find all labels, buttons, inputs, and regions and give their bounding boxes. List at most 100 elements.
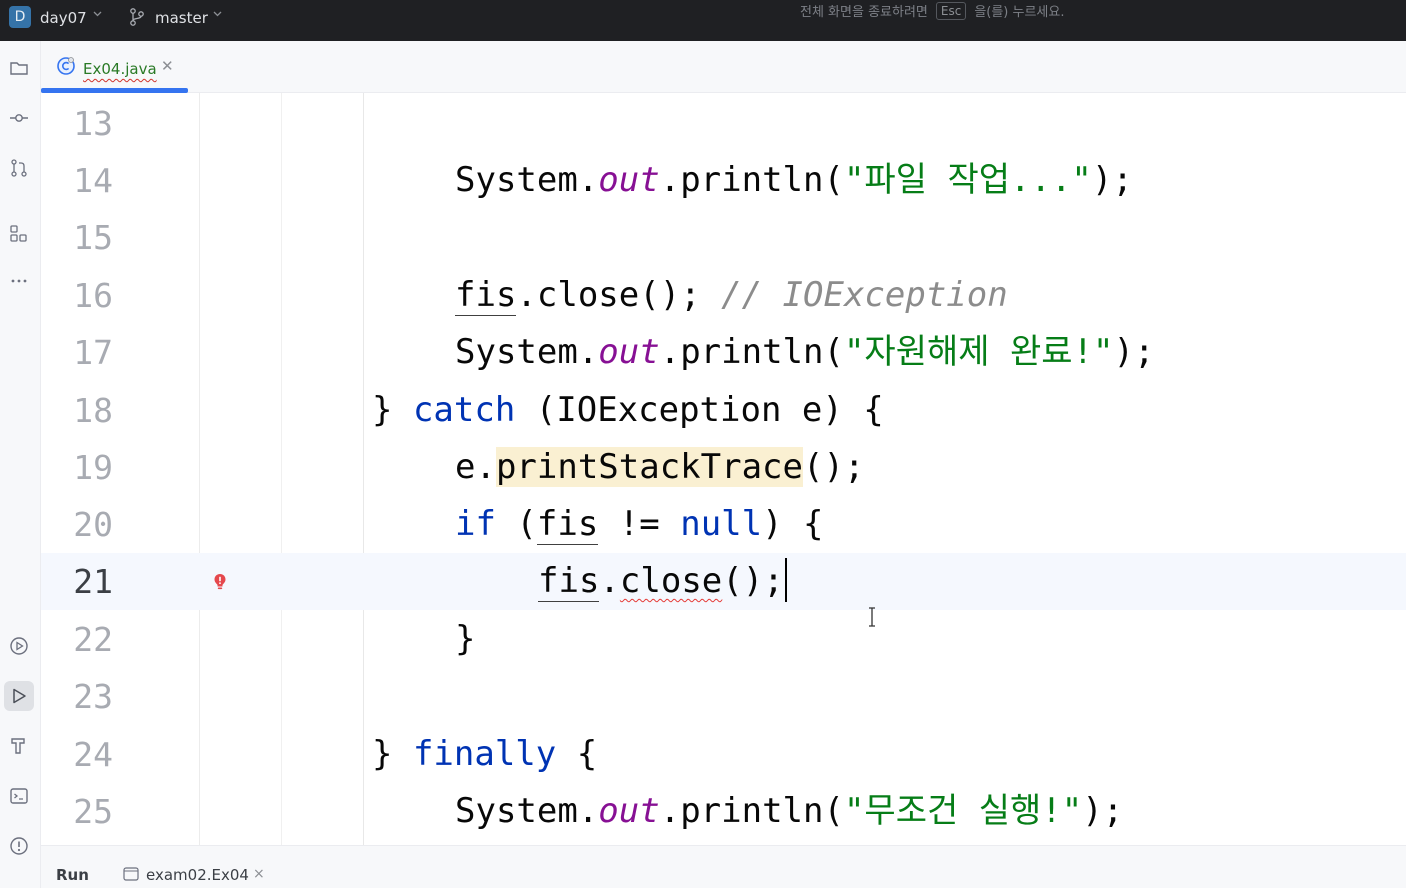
line-number: 21 bbox=[73, 562, 113, 601]
tool-window-strip bbox=[0, 41, 41, 888]
folder-icon[interactable] bbox=[4, 53, 34, 83]
code-token: .println( bbox=[659, 791, 844, 831]
code-line: 20 if (fis != null) { bbox=[41, 496, 1406, 553]
code-token: System. bbox=[455, 332, 599, 372]
tab-ex04-java[interactable]: Ex04.java ✕ bbox=[41, 41, 188, 93]
code-text[interactable]: e.printStackTrace(); bbox=[455, 439, 864, 496]
run-config-close-icon[interactable]: × bbox=[253, 866, 265, 882]
line-number: 18 bbox=[73, 391, 113, 430]
code-line: 22 } bbox=[41, 611, 1406, 668]
line-number: 22 bbox=[73, 620, 113, 659]
code-token-highlighted: printStackTrace bbox=[495, 447, 803, 487]
code-token-string: "파일 작업..." bbox=[843, 160, 1092, 200]
branch-name[interactable]: master bbox=[155, 9, 208, 27]
code-token: (IOException e) { bbox=[515, 390, 884, 430]
services-icon[interactable] bbox=[4, 631, 34, 661]
run-icon[interactable] bbox=[4, 681, 34, 711]
code-token-field: out bbox=[598, 160, 660, 200]
code-token-comment: // IOException bbox=[721, 275, 1008, 315]
code-token: ); bbox=[1082, 791, 1124, 831]
pull-requests-icon[interactable] bbox=[4, 153, 34, 183]
code-line: 15 bbox=[41, 209, 1406, 266]
project-chevron-down-icon[interactable] bbox=[92, 8, 103, 22]
code-token: } bbox=[372, 734, 413, 774]
code-token-keyword: null bbox=[680, 504, 763, 544]
code-token: e. bbox=[455, 447, 496, 487]
code-token: .println( bbox=[659, 160, 844, 200]
code-token: ); bbox=[1113, 332, 1155, 372]
code-line: 18 } catch (IOException e) { bbox=[41, 382, 1406, 439]
code-token-string: "자원해제 완료!" bbox=[843, 332, 1114, 372]
code-token: { bbox=[556, 734, 598, 774]
code-token: ); bbox=[1091, 160, 1133, 200]
code-token-keyword: catch bbox=[412, 390, 516, 430]
tab-label: Ex04.java bbox=[83, 60, 157, 78]
code-token: (); bbox=[722, 561, 784, 601]
code-text[interactable]: fis.close(); bbox=[538, 553, 787, 610]
code-text[interactable]: } catch (IOException e) { bbox=[372, 382, 884, 439]
line-number: 24 bbox=[73, 735, 113, 774]
code-text[interactable]: } bbox=[455, 611, 475, 668]
terminal-icon[interactable] bbox=[4, 781, 34, 811]
project-name[interactable]: day07 bbox=[40, 9, 87, 27]
code-editor[interactable]: 13 14 System.out.println("파일 작업..."); 15… bbox=[41, 93, 1406, 845]
code-token: . bbox=[599, 561, 620, 601]
line-number: 17 bbox=[73, 333, 113, 372]
editor-tab-bar: Ex04.java ✕ bbox=[41, 41, 1406, 93]
structure-icon[interactable] bbox=[4, 218, 34, 248]
code-text[interactable]: if (fis != null) { bbox=[455, 496, 824, 553]
code-token: (); bbox=[803, 447, 865, 487]
code-line: 14 System.out.println("파일 작업..."); bbox=[41, 152, 1406, 209]
code-token-variable: fis bbox=[536, 504, 599, 545]
fullscreen-notice-text: 전체 화면을 종료하려면 bbox=[800, 5, 928, 20]
run-tool-window-title[interactable]: Run bbox=[56, 866, 89, 884]
code-text[interactable]: System.out.println("파일 작업..."); bbox=[455, 152, 1133, 209]
code-token-variable: fis bbox=[455, 275, 517, 316]
code-token: } bbox=[455, 619, 476, 659]
mouse-ibeam-cursor-icon bbox=[867, 607, 877, 627]
text-caret bbox=[784, 558, 787, 602]
line-number: 16 bbox=[73, 276, 113, 315]
build-icon[interactable] bbox=[4, 731, 34, 761]
code-line: 13 bbox=[41, 95, 1406, 152]
commit-icon[interactable] bbox=[4, 103, 34, 133]
line-number: 23 bbox=[73, 677, 113, 716]
run-config-tab[interactable]: exam02.Ex04 bbox=[146, 866, 249, 884]
code-token-variable: fis bbox=[538, 561, 600, 602]
code-text[interactable]: System.out.println("무조건 실행!"); bbox=[455, 783, 1123, 840]
fullscreen-notice-suffix: 을(를) 누르세요. bbox=[974, 5, 1065, 20]
branch-chevron-down-icon[interactable] bbox=[212, 8, 223, 22]
problems-icon[interactable] bbox=[4, 831, 34, 861]
run-tool-window-header: Run exam02.Ex04 × bbox=[41, 845, 1406, 888]
title-bar: D day07 master 전체 화면을 종료하려면 Esc 을(를) 누르세… bbox=[0, 0, 1406, 41]
error-bulb-icon[interactable] bbox=[213, 573, 227, 591]
run-config-icon bbox=[123, 866, 139, 881]
code-token-error: close bbox=[619, 561, 723, 601]
code-token: .close(); bbox=[516, 275, 722, 315]
code-line: 19 e.printStackTrace(); bbox=[41, 439, 1406, 496]
code-token-keyword: finally bbox=[412, 734, 557, 774]
project-badge[interactable]: D bbox=[9, 6, 31, 28]
line-number: 25 bbox=[73, 792, 113, 831]
line-number: 13 bbox=[73, 104, 113, 143]
code-token-string: "무조건 실행!" bbox=[843, 791, 1083, 831]
git-branch-icon[interactable] bbox=[128, 7, 146, 27]
more-icon[interactable] bbox=[4, 266, 34, 296]
code-text[interactable]: fis.close(); // IOException bbox=[455, 267, 1008, 324]
tab-close-icon[interactable]: ✕ bbox=[161, 57, 174, 75]
code-line: 16 fis.close(); // IOException bbox=[41, 267, 1406, 324]
code-line: 24 } finally { bbox=[41, 726, 1406, 783]
code-token: System. bbox=[455, 791, 599, 831]
code-token-keyword: if bbox=[455, 504, 496, 544]
java-class-icon bbox=[56, 56, 76, 76]
code-text[interactable]: } finally { bbox=[372, 726, 597, 783]
code-token: System. bbox=[455, 160, 599, 200]
current-code-line: 21 fis.close(); bbox=[41, 553, 1406, 610]
line-number: 15 bbox=[73, 218, 113, 257]
code-text[interactable]: System.out.println("자원해제 완료!"); bbox=[455, 324, 1154, 381]
line-number: 20 bbox=[73, 505, 113, 544]
code-token: ( bbox=[495, 504, 537, 544]
code-line: 23 bbox=[41, 668, 1406, 725]
code-token: .println( bbox=[659, 332, 844, 372]
code-line: 25 System.out.println("무조건 실행!"); bbox=[41, 783, 1406, 840]
